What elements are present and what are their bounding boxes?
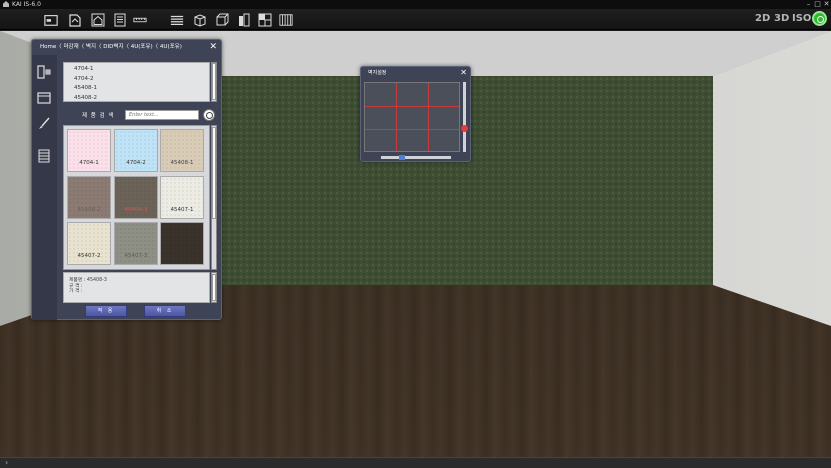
dialog-title: 벽지설정: [368, 70, 387, 76]
view-iso-button[interactable]: ISO: [792, 13, 811, 24]
product-price-label: 가 격 :: [69, 289, 83, 294]
search-input[interactable]: [125, 110, 199, 120]
paint-brush-icon[interactable]: [37, 116, 51, 130]
ruler-icon[interactable]: [133, 12, 149, 26]
minimize-button[interactable]: –: [804, 0, 813, 9]
title-bar: KAI IS-6.0 – □ ✕: [0, 0, 831, 9]
wallpaper-swatch[interactable]: 45408-1: [160, 129, 204, 172]
home-icon[interactable]: [91, 12, 105, 27]
swatch-label: 45408-3: [124, 207, 148, 213]
list-item[interactable]: 45408-2: [74, 94, 199, 104]
breadcrumb: Home〈 마감재〈 벽지〈 DID벽지〈 4U(포유)〈 4U(포유): [40, 44, 182, 50]
box-icon[interactable]: [193, 12, 207, 27]
panel-close-button[interactable]: ✕: [209, 40, 217, 55]
horizontal-slider[interactable]: [381, 155, 451, 160]
expand-arrow-icon[interactable]: ›: [5, 458, 8, 468]
maximize-button[interactable]: □: [813, 0, 822, 9]
slider-knob[interactable]: [399, 155, 405, 160]
layers-icon[interactable]: [170, 12, 186, 26]
cube-icon[interactable]: [215, 12, 229, 26]
status-bar: ›: [0, 457, 831, 468]
list-item[interactable]: 45408-1: [74, 84, 199, 94]
wallpaper-swatch[interactable]: 45407-3: [114, 222, 158, 265]
building-icon[interactable]: [237, 12, 251, 27]
wallpaper-swatch-grid: 4704-1 4704-2 45408-1 45408-2 45408-3 45407-1…: [63, 125, 210, 270]
grid-scrollbar[interactable]: [211, 125, 217, 270]
app-home-icon: [3, 1, 9, 7]
app-title: KAI IS-6.0: [12, 1, 41, 8]
wallpaper-swatch[interactable]: 45407-1: [160, 176, 204, 219]
wallpaper-swatch[interactable]: 4704-2: [114, 129, 158, 172]
cancel-button[interactable]: 취 소: [144, 305, 186, 317]
list-scrollbar[interactable]: [211, 62, 217, 102]
product-info: 제품명 : 45408-3 규 격 : 가 격 :: [63, 272, 210, 303]
wallpaper-swatch[interactable]: 45407-2: [67, 222, 111, 265]
open-file-icon[interactable]: [68, 12, 82, 27]
swatch-label: 4704-1: [79, 160, 99, 166]
vertical-slider[interactable]: [461, 82, 468, 152]
info-scrollbar[interactable]: [211, 272, 217, 303]
new-file-icon[interactable]: [44, 12, 60, 26]
list-item[interactable]: 4704-2: [74, 75, 199, 85]
wallpaper-swatch[interactable]: 45408-3: [114, 176, 158, 219]
search-label: 제 품 검 색: [82, 113, 115, 119]
floorplan-icon[interactable]: [258, 12, 272, 27]
furniture-icon[interactable]: [37, 64, 51, 79]
grid-icon[interactable]: [279, 12, 295, 26]
swatch-label: 45408-1: [170, 160, 194, 166]
panel-sidebar: [32, 55, 57, 320]
view-2d-button[interactable]: 2D: [755, 13, 770, 24]
wallpaper-panel: Home〈 마감재〈 벽지〈 DID벽지〈 4U(포유)〈 4U(포유) ✕ 4…: [31, 39, 222, 320]
swatch-label: 45408-2: [77, 207, 101, 213]
window-icon[interactable]: [37, 90, 51, 104]
wallpaper-swatch[interactable]: 4704-1: [67, 129, 111, 172]
slider-knob[interactable]: [461, 125, 468, 132]
wallpaper-swatch[interactable]: 45407-4: [160, 222, 204, 265]
swatch-label: 45407-4: [170, 253, 194, 259]
search-icon[interactable]: [203, 109, 215, 121]
power-status-icon[interactable]: [812, 11, 827, 26]
view-3d-button[interactable]: 3D: [774, 13, 789, 24]
swatch-label: 4704-2: [126, 160, 146, 166]
wall-settings-dialog: 벽지설정 ✕: [360, 66, 471, 162]
catalog-icon[interactable]: [37, 148, 51, 163]
swatch-label: 45407-3: [124, 253, 148, 259]
list-item[interactable]: 4704-1: [74, 65, 199, 75]
product-list: 4704-1 4704-2 45408-1 45408-2: [63, 62, 210, 102]
wall-tile-preview[interactable]: [364, 82, 460, 152]
swatch-label: 45407-2: [77, 253, 101, 259]
wallpaper-swatch[interactable]: 45408-2: [67, 176, 111, 219]
document-icon[interactable]: [113, 12, 127, 27]
main-toolbar: 2D 3D ISO: [0, 9, 831, 30]
close-window-button[interactable]: ✕: [822, 0, 831, 9]
swatch-label: 45407-1: [170, 207, 194, 213]
apply-button[interactable]: 적 용: [85, 305, 127, 317]
dialog-close-button[interactable]: ✕: [460, 67, 467, 79]
